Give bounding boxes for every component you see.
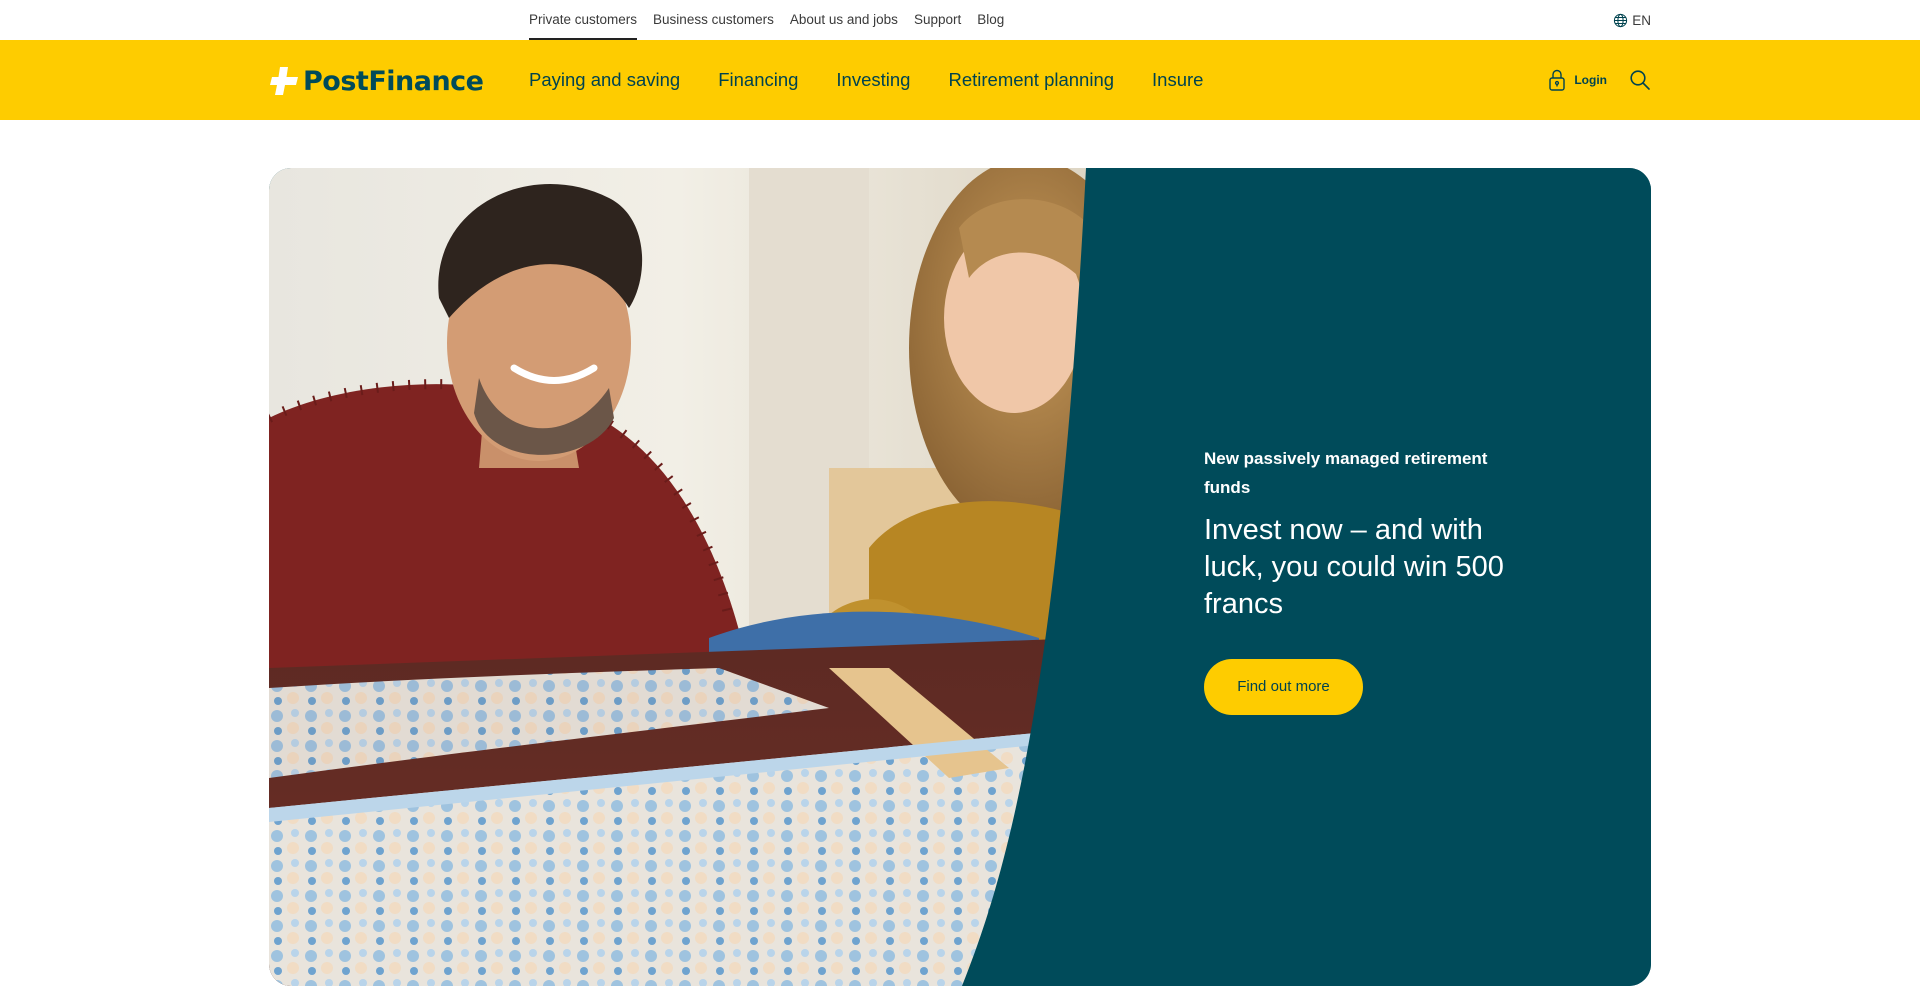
segment-link-business[interactable]: Business customers [653, 0, 774, 40]
language-switcher[interactable]: EN [1613, 0, 1651, 40]
hero-content: New passively managed retirement funds I… [1204, 444, 1524, 715]
padlock-icon [1549, 69, 1566, 91]
postfinance-cross-logo-icon [270, 67, 298, 95]
main-header: PostFinance Paying and saving Financing … [0, 40, 1920, 120]
segment-nav: Private customers Business customers Abo… [529, 0, 1020, 40]
globe-icon [1614, 13, 1628, 27]
nav-insure[interactable]: Insure [1152, 69, 1203, 91]
segment-link-about[interactable]: About us and jobs [790, 0, 898, 40]
brand-logo[interactable]: PostFinance [269, 65, 484, 97]
login-label: Login [1574, 73, 1607, 87]
utility-bar: Private customers Business customers Abo… [0, 0, 1920, 40]
nav-paying-and-saving[interactable]: Paying and saving [529, 69, 680, 91]
nav-retirement-planning[interactable]: Retirement planning [948, 69, 1114, 91]
segment-link-blog[interactable]: Blog [977, 0, 1004, 40]
language-label: EN [1632, 12, 1651, 28]
hero-banner: New passively managed retirement funds I… [269, 168, 1651, 986]
find-out-more-button[interactable]: Find out more [1204, 659, 1363, 715]
brand-name: PostFinance [303, 65, 484, 97]
login-button[interactable]: Login [1548, 68, 1607, 92]
nav-financing[interactable]: Financing [718, 69, 798, 91]
segment-link-private[interactable]: Private customers [529, 0, 638, 40]
nav-investing[interactable]: Investing [836, 69, 910, 91]
main-nav: Paying and saving Financing Investing Re… [529, 40, 1241, 120]
search-icon [1630, 70, 1650, 90]
hero-kicker: New passively managed retirement funds [1204, 449, 1488, 497]
search-button[interactable] [1629, 69, 1651, 91]
hero-title: Invest now – and with luck, you could wi… [1204, 514, 1504, 620]
header-actions: Login [1548, 40, 1651, 120]
segment-link-support[interactable]: Support [914, 0, 961, 40]
